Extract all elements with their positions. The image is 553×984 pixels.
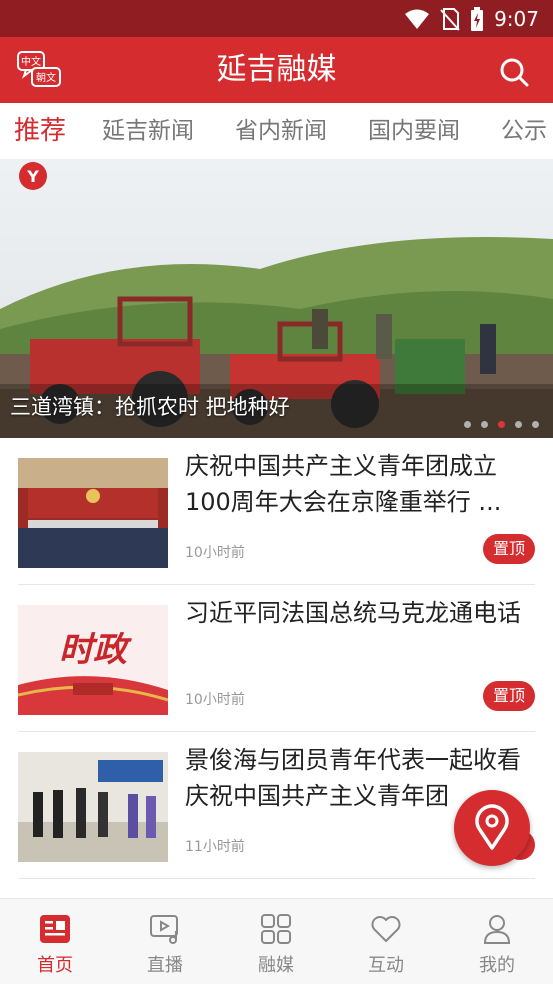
news-headline: 习近平同法国总统马克龙通电话	[185, 599, 521, 627]
tab-province-news[interactable]: 省内新闻	[235, 103, 327, 159]
live-video-icon	[150, 915, 178, 944]
carousel-dot	[532, 421, 539, 428]
carousel-indicator	[464, 421, 539, 428]
status-bar: 9:07	[0, 0, 553, 37]
nav-label: 直播	[147, 955, 183, 976]
status-time: 9:07	[494, 7, 539, 31]
location-fab[interactable]	[454, 790, 530, 866]
tab-yanji-news[interactable]: 延吉新闻	[102, 103, 194, 159]
home-news-icon	[40, 915, 70, 943]
news-thumbnail	[18, 458, 168, 568]
news-item[interactable]: 时政 习近平同法国总统马克龙通电话 10小时前 置顶	[18, 585, 535, 732]
news-time: 11小时前	[185, 839, 245, 855]
news-time: 10小时前	[185, 545, 245, 561]
user-icon	[483, 915, 511, 944]
app-title: 延吉融媒	[216, 52, 337, 87]
search-icon[interactable]	[499, 57, 529, 87]
carousel-dot	[515, 421, 522, 428]
channel-logo-icon: Y	[26, 167, 39, 186]
heart-icon	[371, 916, 401, 942]
news-item[interactable]: 庆祝中国共产主义青年团成立100周年大会在京隆重举行 ... 10小时前 置顶	[18, 438, 535, 585]
nav-home[interactable]: 首页	[0, 899, 110, 984]
carousel-dot	[464, 421, 471, 428]
grid-apps-icon	[261, 914, 291, 944]
carousel-dot	[481, 421, 488, 428]
nav-interact[interactable]: 互动	[331, 899, 441, 984]
wifi-icon	[405, 9, 430, 29]
tab-notice[interactable]: 公示	[501, 103, 547, 159]
location-pin-icon	[475, 804, 509, 850]
news-thumbnail	[18, 752, 168, 862]
nav-label: 我的	[479, 955, 515, 976]
news-headline: 庆祝中国共产主义青年团成立100周年大会在京隆重举行 ...	[185, 452, 502, 516]
carousel-dot-active	[498, 421, 505, 428]
nav-label: 融媒	[258, 955, 294, 976]
tab-recommend[interactable]: 推荐	[14, 103, 66, 159]
tab-national-news[interactable]: 国内要闻	[368, 103, 460, 159]
news-time: 10小时前	[185, 692, 245, 708]
thumb-caption: 时政	[59, 630, 132, 670]
news-thumbnail: 时政	[18, 605, 168, 715]
nav-label: 互动	[368, 955, 404, 976]
app-bar: 中文 朝文 延吉融媒	[0, 37, 553, 103]
bottom-navigation: 首页 直播 融媒 互动 我的	[0, 898, 553, 984]
pinned-badge: 置顶	[482, 681, 535, 711]
battery-icon	[471, 7, 484, 31]
nav-media[interactable]: 融媒	[221, 899, 331, 984]
nav-label: 首页	[37, 955, 73, 976]
pinned-badge: 置顶	[482, 534, 535, 564]
category-tabs: 推荐 延吉新闻 省内新闻 国内要闻 公示	[0, 103, 553, 159]
nav-profile[interactable]: 我的	[442, 899, 552, 984]
banner-caption: 三道湾镇：抢抓农时 把地种好	[10, 395, 290, 419]
nav-live[interactable]: 直播	[110, 899, 220, 984]
no-sim-icon	[440, 8, 460, 31]
